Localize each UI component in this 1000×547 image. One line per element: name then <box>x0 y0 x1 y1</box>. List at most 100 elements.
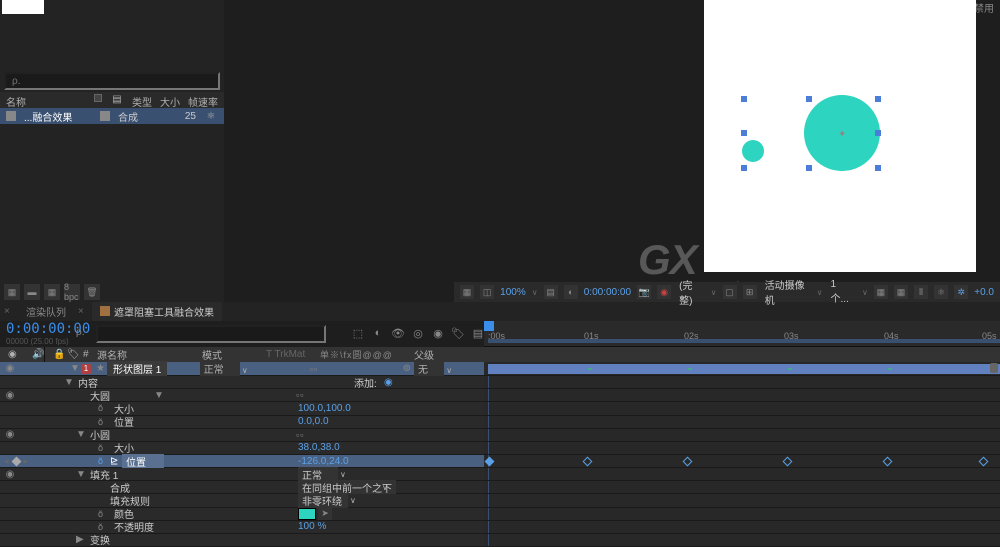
channel-icon[interactable]: ▤ <box>544 285 558 299</box>
timeline-icon[interactable]: ⫴ <box>914 285 928 299</box>
blend-mode-dropdown[interactable]: 正常 <box>200 361 240 376</box>
visibility-toggle[interactable]: ◉ <box>0 390 20 401</box>
visibility-toggle[interactable]: ◉ <box>0 429 20 440</box>
motion-blur-icon[interactable]: ◉ <box>430 325 446 341</box>
exposure-value[interactable]: +0.0 <box>974 287 994 298</box>
prop-value[interactable]: -126.0,24.0 <box>298 456 349 467</box>
switches[interactable]: ▫▫ <box>296 430 386 440</box>
transparency-icon[interactable]: ⊞ <box>743 285 757 299</box>
project-body[interactable] <box>0 124 224 282</box>
region-icon[interactable]: ◉ <box>657 285 671 299</box>
keyframe[interactable] <box>583 457 593 467</box>
prop-value[interactable]: 38.0,38.0 <box>298 442 340 453</box>
snapshot-icon[interactable]: 📷 <box>637 285 651 299</box>
comp-mini-flowchart-icon[interactable]: ⬚ <box>350 325 366 341</box>
chevron-down-icon[interactable]: ∨ <box>817 288 823 297</box>
bpc-button[interactable]: 8 bpc <box>64 284 80 300</box>
twirl-icon[interactable]: ▼ <box>68 363 78 374</box>
prop-value[interactable]: 100.0,100.0 <box>298 403 351 414</box>
col-trkmat[interactable]: T TrkMat <box>262 349 312 360</box>
col-type[interactable]: 类型 <box>132 94 152 106</box>
cti-head[interactable] <box>484 321 494 331</box>
stopwatch-icon[interactable]: ŏ <box>98 403 103 413</box>
tab-composition[interactable]: 遮罩阻塞工具融合效果 <box>92 302 222 321</box>
stopwatch-icon[interactable]: ŏ <box>98 509 103 519</box>
keyframe[interactable] <box>783 457 793 467</box>
col-source-name[interactable]: 源名称 <box>93 347 194 362</box>
roi-icon[interactable]: ▢ <box>723 285 737 299</box>
shape-group-name[interactable]: 大圆 <box>88 388 110 403</box>
new-comp-button[interactable]: ▦ <box>44 284 60 300</box>
layer-duration-bar[interactable] <box>488 364 1000 374</box>
layer-name[interactable]: 形状图层 1 <box>107 361 167 376</box>
prop-value[interactable]: 100 % <box>298 521 326 532</box>
eyedropper-icon[interactable]: ➤ <box>318 508 332 520</box>
zoom-dropdown[interactable]: 100% <box>500 287 526 298</box>
keyframe[interactable] <box>979 457 989 467</box>
stopwatch-icon[interactable]: ŏ <box>98 456 103 466</box>
add-menu-button[interactable]: ◉ <box>384 377 393 388</box>
exposure-icon[interactable]: ◐ <box>564 285 578 299</box>
property-group-row[interactable]: ◉ ▼ 小圆 ▫▫ <box>0 429 1000 442</box>
property-group-row[interactable]: ◉ ▼ 大圆 ▫▫ <box>0 389 1000 402</box>
twirl-icon[interactable]: ▼ <box>74 469 84 480</box>
new-folder-button[interactable]: ▬ <box>24 284 40 300</box>
col-switches[interactable]: 单※\fx圆@@@ <box>316 348 406 361</box>
label-col-icon[interactable]: 🏷 <box>63 349 75 360</box>
property-row[interactable]: 合成 在同组中前一个之下∨ <box>0 481 1000 494</box>
layer-row[interactable]: ◉ ▼ 1 ★ 形状图层 1 正常 ∨ ▫▫ ⊚ 无 ∨ <box>0 362 1000 376</box>
col-mode[interactable]: 模式 <box>198 347 258 362</box>
pixel-aspect-icon[interactable]: ▦ <box>874 285 888 299</box>
selection-handle[interactable] <box>875 96 881 102</box>
switches[interactable]: ▫▫ <box>296 390 386 400</box>
tab-render-queue[interactable]: 渲染队列 <box>18 302 74 321</box>
frame-blend-icon[interactable]: ◎ <box>410 325 426 341</box>
selection-handle[interactable] <box>875 130 881 136</box>
shy-icon[interactable]: 👁 <box>390 325 406 341</box>
visibility-toggle[interactable]: ◉ <box>0 363 20 374</box>
property-group-row[interactable]: ◉ ▼ 填充 1 正常∨ <box>0 468 1000 481</box>
flowchart-icon[interactable]: ⚛ <box>204 111 218 122</box>
property-group-row[interactable]: ▼ 内容 添加: ◉ <box>0 376 1000 389</box>
keyframe[interactable] <box>883 457 893 467</box>
exposure-reset-icon[interactable]: ✲ <box>954 285 968 299</box>
selection-handle[interactable] <box>806 165 812 171</box>
prop-value[interactable]: 0.0,0.0 <box>298 416 329 427</box>
chevron-down-icon[interactable]: ∨ <box>862 288 868 297</box>
stopwatch-icon[interactable]: ŏ <box>98 443 103 453</box>
stopwatch-icon[interactable]: ŏ <box>98 417 103 427</box>
grid-icon[interactable]: ▦ <box>460 285 474 299</box>
parent-dropdown[interactable]: 无 <box>414 361 444 376</box>
draft3d-icon[interactable]: ◐ <box>370 325 386 341</box>
views-dropdown[interactable]: 1 个... <box>829 279 856 305</box>
chevron-down-icon[interactable]: ∨ <box>532 288 538 297</box>
color-swatch[interactable] <box>298 508 316 520</box>
twirl-icon[interactable]: ▼ <box>62 377 72 388</box>
col-size[interactable]: 大小 <box>160 94 180 106</box>
visibility-toggle[interactable]: ◉ <box>0 469 20 480</box>
col-parent[interactable]: 父级 <box>410 347 480 362</box>
close-icon[interactable]: × <box>4 306 14 317</box>
project-search-input[interactable] <box>4 72 220 90</box>
time-ruler[interactable]: :00s 01s 02s 03s 04s 05s <box>484 321 1000 347</box>
property-group-row[interactable]: ▶ 变换 <box>0 534 1000 547</box>
eye-col-icon[interactable]: ◉ <box>4 349 24 360</box>
shape-small-circle[interactable] <box>742 140 764 162</box>
fill-rule-dropdown[interactable]: 非零环绕 <box>298 493 348 508</box>
composition-viewer[interactable]: 显示加速已禁用 ✦ GX system.com ▦ ◫ 100% ∨ ▤ ◐ 0… <box>224 0 1000 302</box>
flowchart-icon[interactable]: ⚛ <box>934 285 948 299</box>
interpret-footage-button[interactable]: ▦ <box>4 284 20 300</box>
property-row[interactable]: ŏ 位置 0.0,0.0 <box>0 416 1000 429</box>
project-thumbnail[interactable] <box>2 0 44 14</box>
add-keyframe-button[interactable] <box>11 456 21 466</box>
property-row[interactable]: ŏ 不透明度 100 % <box>0 521 1000 534</box>
twirl-icon[interactable]: ▶ <box>74 534 84 545</box>
col-fps[interactable]: 帧速率 <box>188 94 218 106</box>
twirl-icon[interactable]: ▼ <box>74 390 156 401</box>
fast-preview-icon[interactable]: ▦ <box>894 285 908 299</box>
layer-switches[interactable]: ▫▫ <box>310 364 400 374</box>
lock-col-icon[interactable]: 🔒 <box>49 349 59 360</box>
mask-icon[interactable]: ◫ <box>480 285 494 299</box>
selection-handle[interactable] <box>741 96 747 102</box>
selection-handle[interactable] <box>741 165 747 171</box>
